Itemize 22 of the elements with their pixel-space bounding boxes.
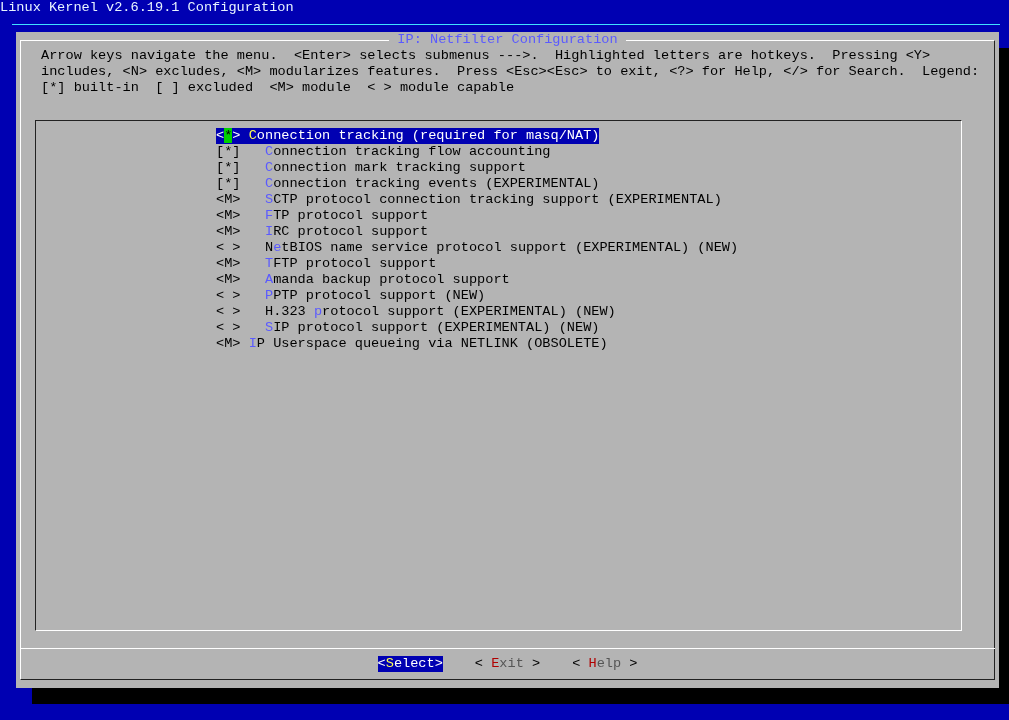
menu-item[interactable]: <M> SCTP protocol connection tracking support (EXPERIMENTAL) [216, 192, 722, 208]
window-title: Linux Kernel v2.6.19.1 Configuration [0, 0, 295, 17]
menu-item[interactable]: <*> Connection tracking (required for masq/NAT) [216, 128, 600, 144]
dialog-button[interactable]: < Help > [572, 656, 638, 672]
menu-item[interactable]: [*] Connection mark tracking support [216, 160, 527, 176]
dialog-title: IP: Netfilter Configuration [389, 32, 626, 47]
menu-item[interactable]: <M> IP Userspace queueing via NETLINK (OBSOLETE) [216, 336, 608, 352]
menu-item[interactable]: < > NetBIOS name service protocol support (EXPERIMENTAL) (NEW) [216, 240, 739, 256]
help-text: includes, <N> excludes, <M> modularizes features. Press <Esc><Esc> to exit, <?> for Help, </> for Search. Legend: [41, 64, 980, 80]
menu-item[interactable]: <M> IRC protocol support [216, 224, 429, 240]
menu-item[interactable]: < > H.323 protocol support (EXPERIMENTAL) (NEW) [216, 304, 616, 320]
menu-item[interactable]: < > SIP protocol support (EXPERIMENTAL) (NEW) [216, 320, 600, 336]
menu-item[interactable]: < > PPTP protocol support (NEW) [216, 288, 486, 304]
help-text: Arrow keys navigate the menu. <Enter> selects submenus --->. Highlighted letters are hotkeys. Pressing <Y> [41, 48, 932, 64]
help-text: [*] built-in [ ] excluded <M> module < > module capable [41, 80, 516, 96]
menu-item[interactable]: <M> FTP protocol support [216, 208, 429, 224]
dialog-button[interactable]: <Select> [377, 656, 443, 672]
menu-item[interactable]: [*] Connection tracking events (EXPERIMENTAL) [216, 176, 600, 192]
dialog-button[interactable]: < Exit > [474, 656, 541, 672]
menu-item[interactable]: <M> TFTP protocol support [216, 256, 437, 272]
menu-item[interactable]: <M> Amanda backup protocol support [216, 272, 510, 288]
menu-item[interactable]: [*] Connection tracking flow accounting [216, 144, 551, 160]
